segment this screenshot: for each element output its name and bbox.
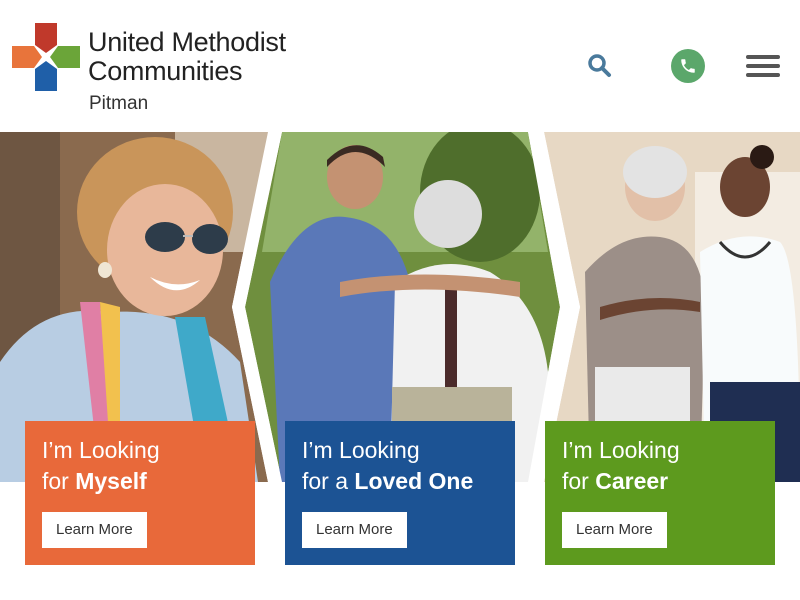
hamburger-menu-button[interactable] [746,55,780,81]
phone-icon [681,59,695,73]
logo[interactable]: United Methodist Communities Pitman [10,18,330,118]
card-title-highlight: Myself [75,468,147,494]
card-title: I’m Looking for Myself [42,435,160,497]
menu-bar [746,64,780,68]
card-title-line2: for a Loved One [302,466,473,497]
search-icon [588,54,611,77]
card-title-highlight: Career [595,468,669,494]
card-title: I’m Looking for Career [562,435,680,497]
logo-line-1: United Methodist [88,27,286,57]
logo-name: United Methodist Communities [88,28,286,86]
card-myself[interactable]: I’m Looking for Myself Learn More [25,421,255,565]
card-title-highlight: Loved One [354,468,474,494]
menu-bar [746,73,780,77]
card-title-prefix: for a [302,468,355,494]
search-button[interactable] [586,52,614,80]
phone-button[interactable] [671,49,705,83]
card-title-line2: for Career [562,466,680,497]
card-title-line1: I’m Looking [42,437,160,463]
card-title-line2: for Myself [42,466,160,497]
learn-more-button-myself[interactable]: Learn More [42,512,147,548]
learn-more-button-loved-one[interactable]: Learn More [302,512,407,548]
logo-location: Pitman [89,93,149,114]
card-loved-one[interactable]: I’m Looking for a Loved One Learn More [285,421,515,565]
menu-bar [746,55,780,59]
site-header: United Methodist Communities Pitman [0,0,800,132]
card-title: I’m Looking for a Loved One [302,435,473,497]
card-title-prefix: for [562,468,596,494]
card-title-line1: I’m Looking [302,437,420,463]
learn-more-button-career[interactable]: Learn More [562,512,667,548]
logo-cross-icon [12,23,80,91]
card-title-line1: I’m Looking [562,437,680,463]
logo-line-2: Communities [88,56,243,86]
card-title-prefix: for [42,468,76,494]
card-career[interactable]: I’m Looking for Career Learn More [545,421,775,565]
